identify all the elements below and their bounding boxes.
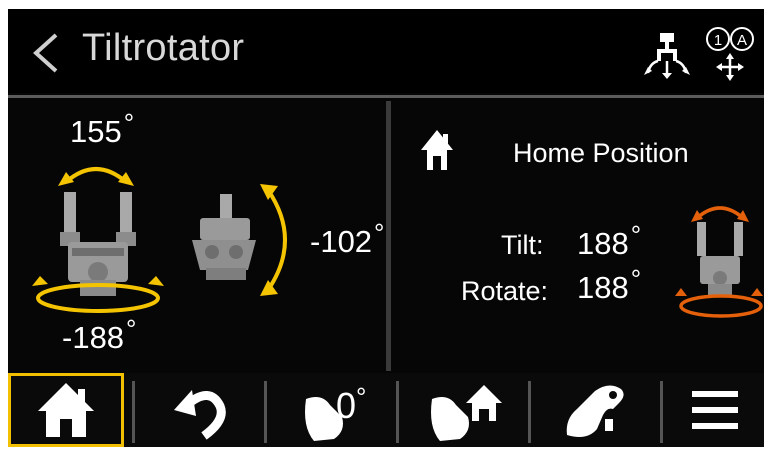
bucket-dig-icon [566,385,624,437]
undo-arrow-icon [174,390,226,440]
tiltrotator-side-icon [192,194,256,280]
rotation-bottom-value: -188° [62,314,137,355]
home-position-panel[interactable]: Home Position Tilt: 188° Rotate: 188° [391,98,764,373]
home-tilt-value: 188° [577,220,642,261]
toolbar-separator [264,381,267,443]
boom-control-button[interactable] [640,23,696,81]
home-tilt-arc-icon [691,206,749,222]
mode-a-text: A [737,32,747,49]
rotation-arrow-icon [32,276,164,313]
tiltrotator-screen: Tiltrotator 1 A 155° -188° -102° Home Po… [8,9,764,447]
undo-button[interactable] [138,373,262,447]
toolbar-separator [660,381,663,443]
home-tilt-label: Tilt: [501,230,544,260]
header-bar: Tiltrotator 1 A [8,9,764,93]
home-position-title: Home Position [513,138,689,168]
tilt-side-arrow-icon [260,184,287,296]
hamburger-menu-icon [692,391,738,429]
home-icon [421,130,453,170]
tilt-value: -102° [310,218,385,259]
toolbar-separator [528,381,531,443]
home-button[interactable] [8,373,124,447]
back-button[interactable] [26,31,66,75]
zero-position-button[interactable]: 0° [270,373,394,447]
home-position-button[interactable] [402,373,526,447]
house-icon [38,383,94,437]
small-house-icon [466,385,502,421]
home-rotate-value: 188° [577,264,642,305]
tilt-rotate-panel: 155° -188° -102° [8,98,386,373]
menu-button[interactable] [666,373,764,447]
home-rotate-label: Rotate: [461,276,549,306]
chevron-left-icon [33,33,58,73]
toolbar-separator [132,381,135,443]
boom-control-icon [644,33,690,79]
rotation-top-value: 155° [70,108,135,149]
toolbar-separator [396,381,399,443]
home-rotate-arc-icon [675,288,763,318]
zero-degree-label: 0° [336,382,367,426]
mode-selector-1a-icon: 1 A [706,27,754,81]
tilt-arc-arrow-icon [58,167,134,186]
page-title: Tiltrotator [82,27,245,69]
mode-selector-button[interactable]: 1 A [702,23,758,81]
bottom-toolbar: 0° [8,373,764,447]
bucket-button[interactable] [534,373,658,447]
mode-one-text: 1 [714,32,722,49]
